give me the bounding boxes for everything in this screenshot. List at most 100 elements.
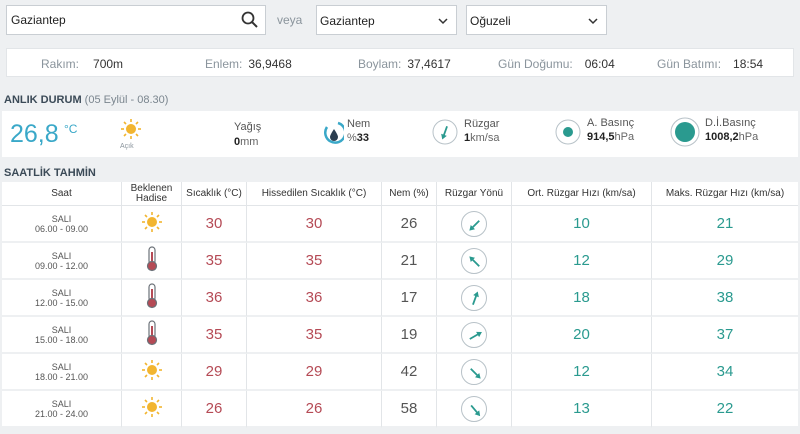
forecast-table: Saat Beklenen Hadise Sıcaklık (°C) Hissed… [2,182,798,428]
row-wind-direction [437,206,512,243]
row-hadise [122,317,182,354]
province-select[interactable]: Gaziantep [316,5,457,35]
pressure-value: 914,5hPa [587,131,635,143]
row-wind-direction [437,391,512,428]
search-input[interactable] [7,6,232,34]
thermometer-icon [145,319,159,350]
province-select-value: Gaziantep [320,14,375,28]
row-avg-wind: 18 [512,280,652,317]
row-max-wind: 37 [652,317,798,354]
row-max-wind: 38 [652,280,798,317]
row-feels: 26 [247,391,382,428]
district-select[interactable]: Oğuzeli [466,5,607,35]
row-hadise [122,354,182,391]
pressure-icon [555,119,581,150]
row-time: SALI 12.00 - 15.00 [2,280,122,317]
header-hadise: Beklenen Hadise [122,182,182,206]
wind-direction-icon [432,119,458,150]
thermometer-icon [145,282,159,313]
forecast-title: SAATLİK TAHMİN [4,167,96,179]
row-hadise [122,243,182,280]
humidity-value: %33 [347,132,370,144]
row-feels: 36 [247,280,382,317]
row-feels: 35 [247,243,382,280]
table-row: SALI 09.00 - 12.00 35 35 21 12 29 [2,243,798,280]
row-temp: 35 [182,317,247,354]
header-saat: Saat [2,182,122,206]
current-temp-unit: °C [64,122,78,136]
wind-label: Rüzgar [464,118,500,130]
row-temp: 26 [182,391,247,428]
row-max-wind: 21 [652,206,798,243]
row-humidity: 58 [382,391,437,428]
row-temp: 30 [182,206,247,243]
header-nem: Nem (%) [382,182,437,206]
humidity-label: Nem [347,118,371,130]
row-temp: 35 [182,243,247,280]
row-humidity: 26 [382,206,437,243]
wind-arrow-icon [461,284,487,311]
search-box [6,5,266,35]
sun-icon [120,118,142,145]
wind-arrow-icon [461,210,487,237]
row-wind-direction [437,280,512,317]
row-avg-wind: 12 [512,354,652,391]
longitude: Boylam: 37,4617 [358,57,451,71]
row-time: SALI 09.00 - 12.00 [2,243,122,280]
row-time: SALI 06.00 - 09.00 [2,206,122,243]
search-icon[interactable] [241,11,259,29]
row-feels: 35 [247,317,382,354]
wind-arrow-icon [461,321,487,348]
row-temp: 36 [182,280,247,317]
wind-value: 1km/sa [464,132,500,144]
table-row: SALI 15.00 - 18.00 35 35 19 20 37 [2,317,798,354]
header-sicaklik: Sıcaklık (°C) [182,182,247,206]
chevron-down-icon [588,15,598,25]
current-temperature: 26,8 [10,120,59,148]
row-max-wind: 34 [652,354,798,391]
thermometer-icon [145,245,159,276]
veya-label: veya [277,13,303,27]
table-row: SALI 21.00 - 24.00 26 26 58 13 22 [2,391,798,428]
altitude: Rakım: 700m [41,57,124,71]
wind-arrow-icon [461,395,487,422]
current-conditions: 26,8 °C Açık Yağış 0mm Nem %33 Rüzgar 1k… [2,111,798,157]
row-max-wind: 22 [652,391,798,428]
row-time: SALI 21.00 - 24.00 [2,391,122,428]
row-humidity: 21 [382,243,437,280]
sun-icon [141,359,163,385]
chevron-down-icon [438,15,448,25]
row-humidity: 17 [382,280,437,317]
sun-icon [141,211,163,237]
header-hissedilen: Hissedilen Sıcaklık (°C) [247,182,382,206]
header-maks-ruzgar: Maks. Rüzgar Hızı (km/sa) [652,182,798,206]
rain-label: Yağış [234,121,262,133]
location-info-bar: Rakım: 700m Enlem: 36,9468 Boylam: 37,4617 … [6,48,794,77]
row-time: SALI 18.00 - 21.00 [2,354,122,391]
table-row: SALI 12.00 - 15.00 36 36 17 18 38 [2,280,798,317]
row-feels: 30 [247,206,382,243]
row-wind-direction [437,243,512,280]
rain-value: 0mm [234,136,259,148]
forecast-header-row: Saat Beklenen Hadise Sıcaklık (°C) Hissed… [2,182,798,206]
row-feels: 29 [247,354,382,391]
row-wind-direction [437,354,512,391]
table-row: SALI 18.00 - 21.00 29 29 42 12 34 [2,354,798,391]
row-avg-wind: 13 [512,391,652,428]
row-humidity: 42 [382,354,437,391]
row-hadise [122,391,182,428]
row-wind-direction [437,317,512,354]
row-avg-wind: 20 [512,317,652,354]
humidity-drop-icon [324,121,347,150]
current-title: ANLIK DURUM (05 Eylül - 08.30) [4,94,169,106]
table-row: SALI 06.00 - 09.00 30 30 26 10 21 [2,206,798,243]
sea-pressure-value: 1008,2hPa [705,131,759,143]
wind-arrow-icon [461,358,487,385]
sea-pressure-label: D.İ.Basınç [705,117,756,129]
sunset: Gün Batımı: 18:54 [657,57,764,71]
header-ort-ruzgar: Ort. Rüzgar Hızı (km/sa) [512,182,652,206]
latitude: Enlem: 36,9468 [205,57,292,71]
row-max-wind: 29 [652,243,798,280]
header-ruzgar-yonu: Rüzgar Yönü [437,182,512,206]
pressure-label: A. Basınç [587,117,635,129]
